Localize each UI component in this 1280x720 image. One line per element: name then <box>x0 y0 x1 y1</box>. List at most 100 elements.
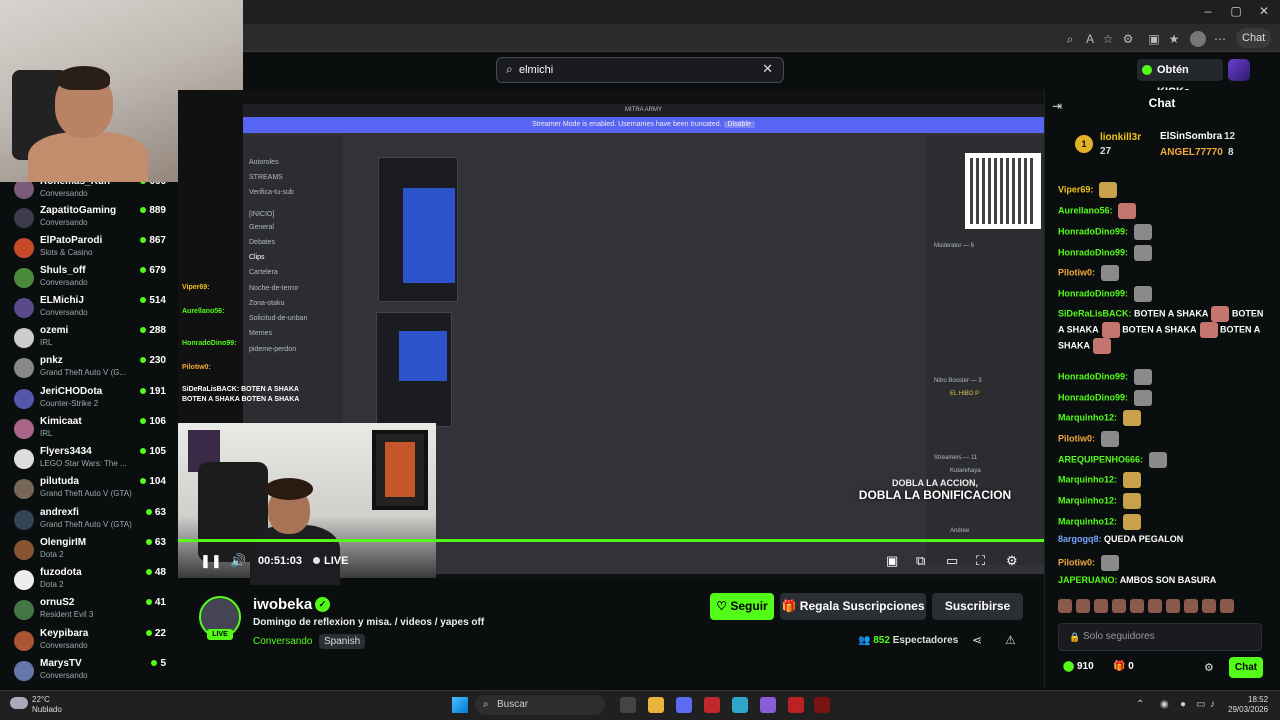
chat-username[interactable]: Marquinho12: <box>1058 516 1117 526</box>
chat-username[interactable]: Marquinho12: <box>1058 474 1117 484</box>
follow-button[interactable]: ♡ Seguir <box>710 593 774 620</box>
emote-icon[interactable] <box>1130 599 1144 613</box>
taskbar-clock[interactable]: 18:52 29/03/2026 <box>1228 695 1268 715</box>
tray-icon[interactable]: ⌃ <box>1136 699 1144 710</box>
fullscreen-icon[interactable]: ⛶ <box>976 553 985 569</box>
chat-username[interactable]: Marquinho12: <box>1058 495 1117 505</box>
top-gifter-name[interactable]: lionkill3r <box>1100 132 1141 143</box>
favorite-icon[interactable]: ☆ <box>1100 31 1116 47</box>
pip-icon[interactable]: ⧉ <box>916 553 925 569</box>
pause-icon[interactable]: ❚❚ <box>200 553 222 569</box>
sidebar-channel-item[interactable]: JeriCHODota Counter-Strike 2 191 <box>0 385 178 415</box>
zoom-icon[interactable]: ⌕ <box>1062 31 1078 47</box>
close-window-button[interactable]: ✕ <box>1250 4 1278 18</box>
app-icon[interactable] <box>788 697 804 713</box>
sidebar-channel-item[interactable]: ZapatitoGaming Conversando 889 <box>0 204 178 234</box>
chat-username[interactable]: HonradoDino99: <box>1058 226 1128 236</box>
top-gifter-name[interactable]: ElSinSombra <box>1160 131 1222 142</box>
theater-mode-icon[interactable]: ▭ <box>946 553 958 569</box>
network-icon[interactable]: ◉ <box>1160 699 1169 710</box>
stream-language-tag[interactable]: Spanish <box>319 634 366 649</box>
clip-icon[interactable]: ▣ <box>886 553 898 569</box>
chat-username[interactable]: SiDeRaLisBACK: <box>1058 308 1132 318</box>
emote-icon[interactable] <box>1220 599 1234 613</box>
volume-icon[interactable]: ♪ <box>1210 699 1215 710</box>
extensions-icon[interactable]: ⚙ <box>1120 31 1136 47</box>
kick-points[interactable]: ⬤ 910 <box>1063 661 1094 672</box>
search-input[interactable] <box>519 61 749 79</box>
emote-icon[interactable] <box>1076 599 1090 613</box>
maximize-button[interactable]: ▢ <box>1222 4 1250 18</box>
display-icon[interactable]: ▭ <box>1196 699 1205 710</box>
windows-start-icon[interactable] <box>452 697 468 713</box>
chat-username[interactable]: Pilotiw0: <box>1058 433 1095 443</box>
more-menu-icon[interactable]: ⋯ <box>1212 31 1228 47</box>
chat-username[interactable]: Marquinho12: <box>1058 412 1117 422</box>
sidebar-channel-item[interactable]: pilutuda Grand Theft Auto V (GTA) 104 <box>0 475 178 505</box>
chat-username[interactable]: HonradoDino99: <box>1058 392 1128 402</box>
sidebar-channel-item[interactable]: fuzodota Dota 2 48 <box>0 566 178 596</box>
chat-username[interactable]: Aurellano56: <box>1058 205 1113 215</box>
emote-bar[interactable] <box>1058 599 1270 619</box>
sidebar-channel-item[interactable]: Shuls_off Conversando 679 <box>0 264 178 294</box>
sidebar-channel-item[interactable]: ElPatoParodi Slots & Casino 867 <box>0 234 178 264</box>
sidebar-channel-item[interactable]: Keypibara Conversando 22 <box>0 627 178 657</box>
get-kicks-button[interactable]: Obtén KICKs <box>1137 59 1223 98</box>
gift-subs-button[interactable]: 🎁 Regala Suscripciones <box>780 593 926 620</box>
sidebar-channel-item[interactable]: OlengirIM Dota 2 63 <box>0 536 178 566</box>
taskbar-search[interactable]: ⌕ Buscar <box>475 695 605 715</box>
discord-icon[interactable] <box>760 697 776 713</box>
chat-username[interactable]: HonradoDino99: <box>1058 288 1128 298</box>
sidebar-channel-item[interactable]: Kimicaat IRL 106 <box>0 415 178 445</box>
subscribe-button[interactable]: Suscribirse <box>932 593 1023 620</box>
chat-input[interactable]: 🔒 Solo seguidores <box>1058 623 1262 651</box>
user-avatar[interactable] <box>1228 59 1250 81</box>
wps-office-icon[interactable] <box>704 697 720 713</box>
send-chat-button[interactable]: Chat <box>1229 657 1263 678</box>
sidebar-channel-item[interactable]: ozemi IRL 288 <box>0 324 178 354</box>
emote-icon[interactable] <box>1202 599 1216 613</box>
chat-settings-icon[interactable]: ⚙ <box>1204 661 1214 674</box>
file-explorer-icon[interactable] <box>648 697 664 713</box>
profile-icon[interactable] <box>1190 31 1206 47</box>
minimize-button[interactable]: – <box>1194 4 1222 18</box>
streamer-name[interactable]: iwobeka <box>253 596 312 613</box>
emote-icon[interactable] <box>1184 599 1198 613</box>
sidebar-channel-item[interactable]: Ronemas_Run Conversando 666 <box>0 180 178 205</box>
video-progress-bar[interactable] <box>178 539 1044 542</box>
chat-username[interactable]: HonradoDino99: <box>1058 247 1128 257</box>
task-view-icon[interactable] <box>620 697 636 713</box>
top-gifter-name[interactable]: ANGEL77770 <box>1160 147 1223 158</box>
chat-username[interactable]: 8argogq8: <box>1058 534 1102 544</box>
chat-username[interactable]: Pilotiw0: <box>1058 267 1095 277</box>
emote-icon[interactable] <box>1058 599 1072 613</box>
edge-browser-icon[interactable] <box>732 697 748 713</box>
emote-icon[interactable] <box>1166 599 1180 613</box>
emote-icon[interactable] <box>1094 599 1108 613</box>
sidebar-channel-item[interactable]: ELMichiJ Conversando 514 <box>0 294 178 324</box>
chat-username[interactable]: AREQUIPENHO666: <box>1058 454 1143 464</box>
search-box[interactable]: ⌕ ✕ <box>496 57 784 83</box>
chat-username[interactable]: HonradoDino99: <box>1058 371 1128 381</box>
share-icon[interactable]: ⋖ <box>972 633 982 647</box>
sidebar-channel-item[interactable]: pnkz Grand Theft Auto V (G... 230 <box>0 354 178 384</box>
clear-search-icon[interactable]: ✕ <box>762 61 773 77</box>
sidebar-channel-item[interactable]: ornuS2 Resident Evil 3 41 <box>0 596 178 626</box>
settings-icon[interactable]: ⚙ <box>1006 553 1018 569</box>
emote-icon[interactable] <box>1112 599 1126 613</box>
stream-category[interactable]: Conversando <box>253 636 312 647</box>
copilot-icon[interactable] <box>676 697 692 713</box>
sidebar-channel-item[interactable]: andrexfi Grand Theft Auto V (GTA) 63 <box>0 506 178 536</box>
chat-username[interactable]: Pilotiw0: <box>1058 557 1095 567</box>
weather-widget[interactable]: 22°C Nublado <box>32 695 62 715</box>
sidebar-channel-item[interactable]: MarysTV Conversando 5 <box>0 657 178 687</box>
sidebar-channel-item[interactable]: Flyers3434 LEGO Star Wars: The ... 105 <box>0 445 178 475</box>
emote-icon[interactable] <box>1148 599 1162 613</box>
gift-count[interactable]: 🎁 0 <box>1113 661 1134 672</box>
chat-username[interactable]: Viper69: <box>1058 184 1093 194</box>
chat-username[interactable]: JAPERUANO: <box>1058 575 1118 585</box>
report-icon[interactable]: ⚠ <box>1005 633 1016 647</box>
game-app-icon[interactable] <box>814 697 830 713</box>
split-screen-icon[interactable]: ▣ <box>1146 31 1162 47</box>
favorites-bar-icon[interactable]: ★ <box>1166 31 1182 47</box>
